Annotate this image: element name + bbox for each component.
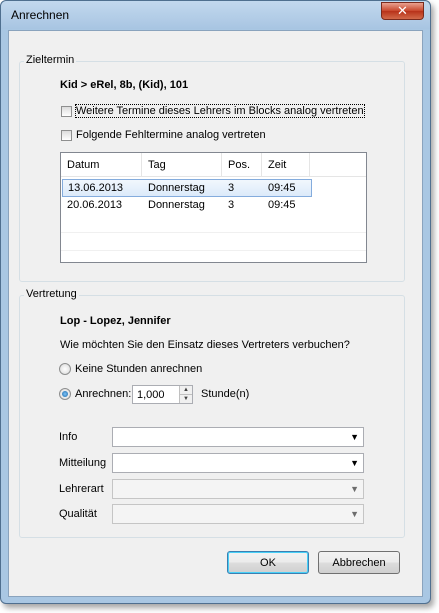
radio-icon	[59, 363, 71, 375]
no-credit-label: Keine Stunden anrechnen	[75, 363, 203, 375]
dialog-window: Anrechnen ✕ Zieltermin Kid > eRel, 8b, (…	[0, 0, 431, 604]
credit-hours-stepper[interactable]: 1,000 ▲ ▼	[132, 385, 193, 404]
qualitaet-combobox[interactable]: ▼	[112, 504, 364, 524]
window-title: Anrechnen	[11, 8, 70, 22]
vertretung-group: Vertretung Lop - Lopez, Jennifer Wie möc…	[19, 288, 405, 538]
no-credit-radio[interactable]: Keine Stunden anrechnen	[59, 363, 202, 375]
info-label: Info	[59, 431, 78, 443]
column-header-datum[interactable]: Datum	[61, 153, 142, 176]
cell-datum: 20.06.2013	[67, 199, 123, 211]
chevron-down-icon[interactable]: ▼	[350, 509, 359, 519]
table-header: Datum Tag Pos. Zeit	[61, 153, 366, 177]
cell-pos: 3	[228, 199, 235, 211]
substitute-teacher: Lop - Lopez, Jennifer	[60, 315, 171, 327]
cell-zeit: 09:45	[268, 199, 296, 211]
stepper-up-icon[interactable]: ▲	[180, 386, 192, 395]
chevron-down-icon[interactable]: ▼	[350, 458, 359, 468]
block-option-checkbox[interactable]: Weitere Termine dieses Lehrers im Blocks…	[61, 104, 365, 118]
lehrerart-combobox[interactable]: ▼	[112, 479, 364, 499]
vertretung-group-label: Vertretung	[24, 288, 79, 300]
close-icon: ✕	[397, 3, 408, 18]
credit-radio[interactable]: Anrechnen:	[59, 388, 131, 400]
credit-unit: Stunde(n)	[201, 388, 250, 400]
credit-label: Anrechnen:	[75, 388, 132, 400]
column-header-tag[interactable]: Tag	[142, 153, 222, 176]
cell-datum: 13.06.2013	[68, 182, 124, 194]
stepper-buttons: ▲ ▼	[179, 386, 192, 403]
column-header-pos[interactable]: Pos.	[222, 153, 262, 176]
close-button[interactable]: ✕	[381, 2, 424, 20]
block-option-label: Weitere Termine dieses Lehrers im Blocks…	[75, 104, 365, 118]
chevron-down-icon[interactable]: ▼	[350, 432, 359, 442]
lehrerart-label: Lehrerart	[59, 483, 104, 495]
checkbox-icon	[61, 129, 72, 141]
mitteilung-combobox[interactable]: ▼	[112, 453, 364, 473]
table-row-empty	[61, 215, 366, 233]
table-row[interactable]: 13.06.2013 Donnerstag 3 09:45	[62, 179, 312, 197]
radio-selected-icon	[59, 388, 71, 400]
credit-hours-value[interactable]: 1,000	[137, 389, 165, 401]
booking-question: Wie möchten Sie den Einsatz dieses Vertr…	[60, 339, 350, 351]
info-combobox[interactable]: ▼	[112, 427, 364, 447]
mitteilung-label: Mitteilung	[59, 457, 107, 469]
cell-pos: 3	[228, 182, 235, 194]
cell-zeit: 09:45	[268, 182, 296, 194]
table-row-empty	[61, 233, 366, 251]
column-header-zeit[interactable]: Zeit	[262, 153, 310, 176]
target-lesson: Kid > eRel, 8b, (Kid), 101	[60, 79, 189, 91]
ok-button[interactable]: OK	[227, 551, 309, 574]
checkbox-icon	[61, 105, 72, 117]
absences-option-label: Folgende Fehltermine analog vertreten	[76, 129, 266, 141]
chevron-down-icon[interactable]: ▼	[350, 484, 359, 494]
zieltermin-group: Zieltermin Kid > eRel, 8b, (Kid), 101 We…	[19, 54, 405, 282]
dates-table[interactable]: Datum Tag Pos. Zeit 13.06.2013 Donnersta…	[60, 152, 367, 263]
zieltermin-group-label: Zieltermin	[24, 54, 77, 66]
qualitaet-label: Qualität	[59, 508, 97, 520]
table-row[interactable]: 20.06.2013 Donnerstag 3 09:45	[62, 197, 366, 215]
dialog-client-area: Zieltermin Kid > eRel, 8b, (Kid), 101 We…	[8, 30, 423, 597]
title-bar[interactable]: Anrechnen ✕	[1, 1, 430, 29]
cell-tag: Donnerstag	[148, 199, 205, 211]
cell-tag: Donnerstag	[148, 182, 205, 194]
absences-option-checkbox[interactable]: Folgende Fehltermine analog vertreten	[61, 129, 266, 141]
cancel-button[interactable]: Abbrechen	[318, 551, 400, 574]
stepper-down-icon[interactable]: ▼	[180, 395, 192, 403]
